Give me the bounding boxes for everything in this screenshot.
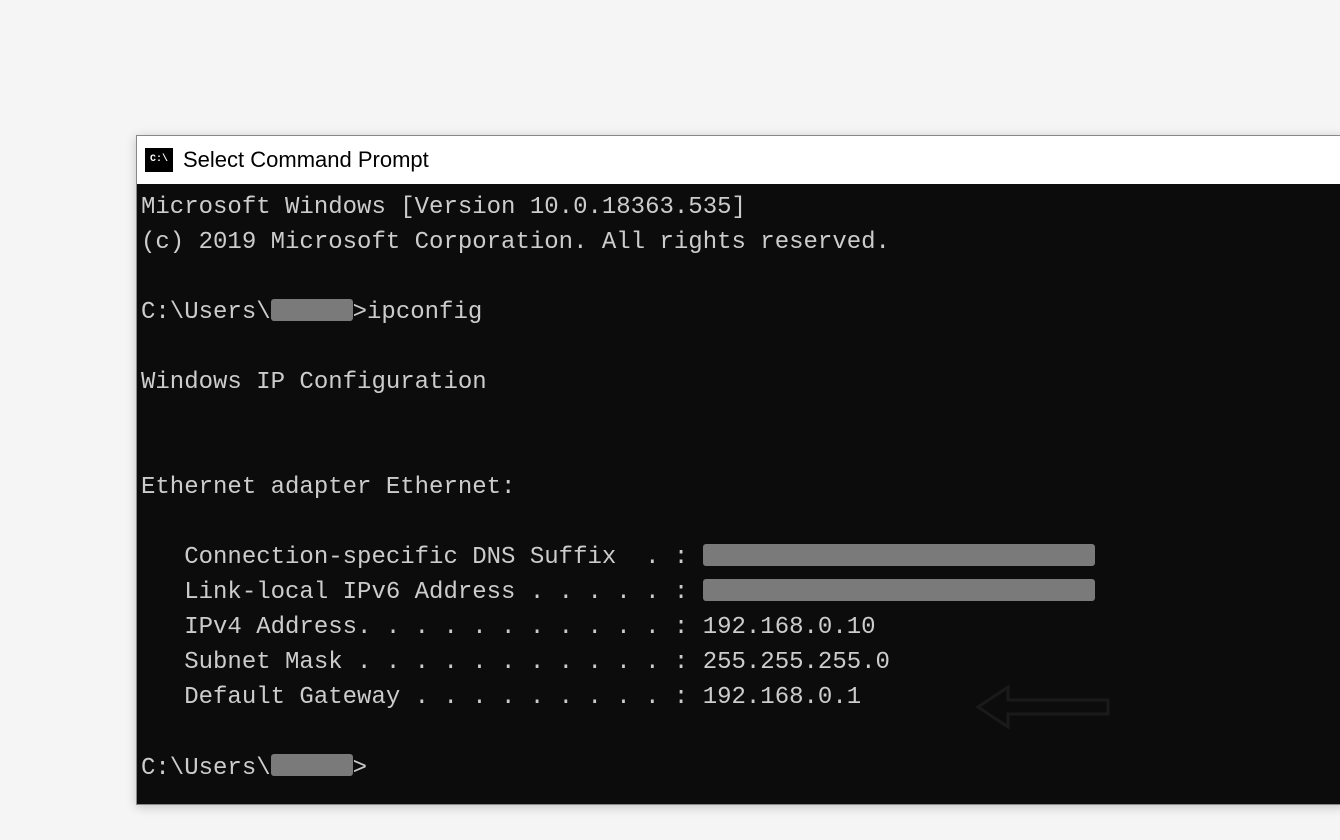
redacted-username xyxy=(271,754,353,776)
redacted-dns-suffix xyxy=(703,544,1095,566)
cmd-icon: C:\ xyxy=(145,148,173,172)
redacted-username xyxy=(271,299,353,321)
blank-line xyxy=(141,260,1340,295)
prompt-caret: > xyxy=(353,755,367,782)
ipv4-row: IPv4 Address. . . . . . . . . . . : 192.… xyxy=(141,610,1340,645)
window-title: Select Command Prompt xyxy=(183,147,429,173)
blank-line xyxy=(141,435,1340,470)
blank-line xyxy=(141,505,1340,540)
prompt-line: C:\Users\ >ipconfig xyxy=(141,295,1340,330)
copyright-line: (c) 2019 Microsoft Corporation. All righ… xyxy=(141,225,1340,260)
redacted-ipv6-address xyxy=(703,579,1095,601)
prompt-path-prefix: C:\Users\ xyxy=(141,299,271,326)
terminal-output[interactable]: Microsoft Windows [Version 10.0.18363.53… xyxy=(137,184,1340,804)
prompt-path-prefix: C:\Users\ xyxy=(141,755,271,782)
command-prompt-window: C:\ Select Command Prompt Microsoft Wind… xyxy=(136,135,1340,805)
version-line: Microsoft Windows [Version 10.0.18363.53… xyxy=(141,190,1340,225)
prompt-command: >ipconfig xyxy=(353,299,483,326)
ipv6-row: Link-local IPv6 Address . . . . . : xyxy=(141,575,1340,610)
blank-line xyxy=(141,715,1340,750)
gateway-row: Default Gateway . . . . . . . . . : 192.… xyxy=(141,680,1340,715)
subnet-row: Subnet Mask . . . . . . . . . . . : 255.… xyxy=(141,645,1340,680)
titlebar[interactable]: C:\ Select Command Prompt xyxy=(137,136,1340,184)
adapter-heading: Ethernet adapter Ethernet: xyxy=(141,470,1340,505)
ipconfig-heading: Windows IP Configuration xyxy=(141,365,1340,400)
blank-line xyxy=(141,330,1340,365)
blank-line xyxy=(141,400,1340,435)
prompt-line-2: C:\Users\ > xyxy=(141,751,1340,786)
dns-suffix-row: Connection-specific DNS Suffix . : xyxy=(141,540,1340,575)
